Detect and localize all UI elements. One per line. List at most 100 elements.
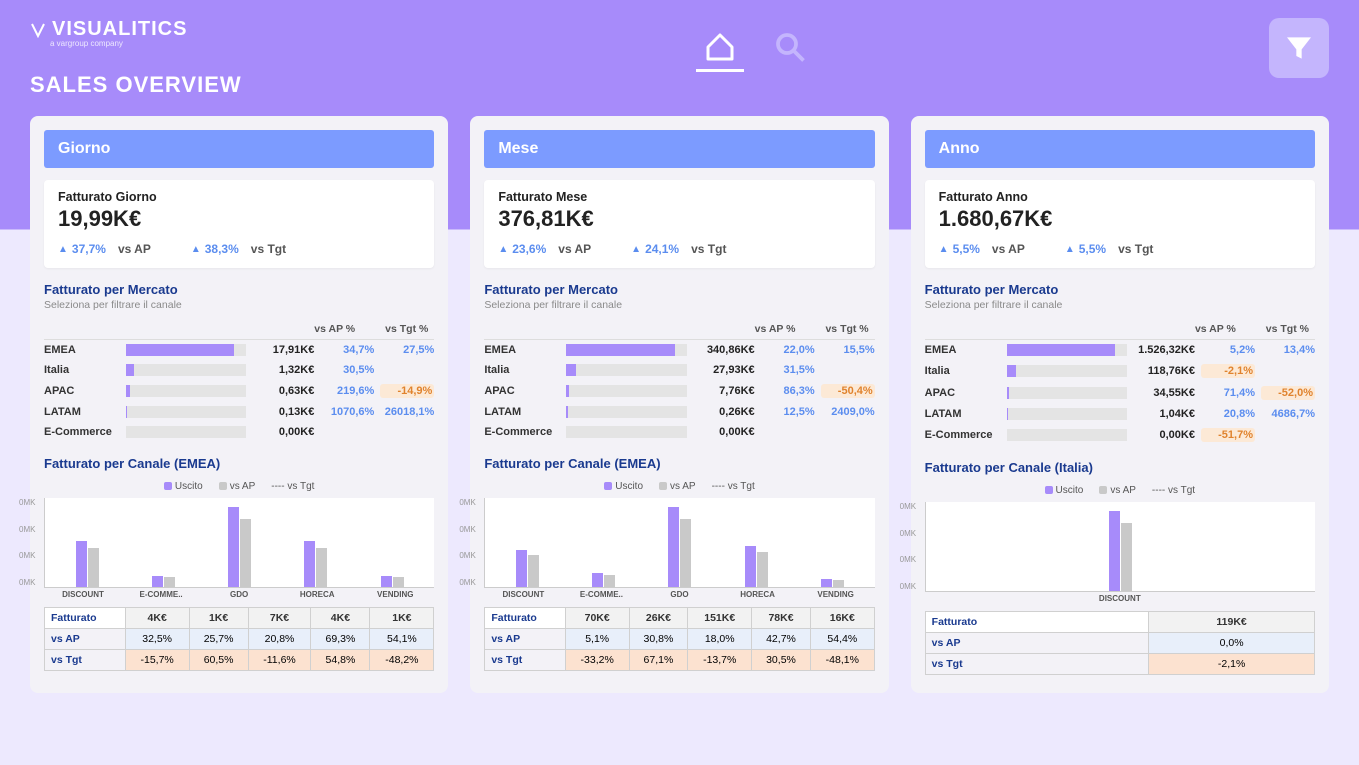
col-vs-ap: vs AP % xyxy=(314,323,355,335)
mercato-bar xyxy=(566,364,686,376)
nav-home-button[interactable] xyxy=(696,24,744,72)
bar-vsap xyxy=(604,575,615,587)
kpi-box: Fatturato Anno 1.680,67K€ ▲5,5%vs AP ▲5,… xyxy=(925,180,1315,268)
mercato-row[interactable]: APAC 7,76K€ 86,3% -50,4% xyxy=(484,380,874,402)
mercato-row[interactable]: E-Commerce 0,00K€ xyxy=(44,422,434,442)
mercato-value: 0,00K€ xyxy=(1133,429,1195,441)
table-value: 25,7% xyxy=(189,629,248,650)
mercato-value: 1,32K€ xyxy=(252,364,314,376)
bar-group[interactable] xyxy=(202,498,278,587)
mercato-bar xyxy=(1007,344,1127,356)
mercato-row[interactable]: Italia 27,93K€ 31,5% xyxy=(484,360,874,380)
mercato-tgt: -14,9% xyxy=(380,384,434,398)
card-giorno: GiornoFatturato Giorno 19,99K€ ▲37,7%vs … xyxy=(30,116,448,693)
mercato-ap: 31,5% xyxy=(761,364,815,376)
bar-group[interactable] xyxy=(718,498,794,587)
mercato-title: Fatturato per Mercato xyxy=(484,282,874,297)
mercato-value: 17,91K€ xyxy=(252,344,314,356)
bar-group[interactable] xyxy=(354,498,430,587)
table-value: -11,6% xyxy=(248,650,311,671)
table-value: 18,0% xyxy=(688,629,752,650)
logo: VISUALITICS xyxy=(30,18,242,41)
mercato-row[interactable]: LATAM 1,04K€ 20,8% 4686,7% xyxy=(925,404,1315,424)
mercato-row[interactable]: EMEA 17,91K€ 34,7% 27,5% xyxy=(44,340,434,360)
canale-table: Fatturato4K€1K€7K€4K€1K€vs AP32,5%25,7%2… xyxy=(44,607,434,671)
nav-search-button[interactable] xyxy=(766,24,814,72)
mercato-row[interactable]: E-Commerce 0,00K€ -51,7% xyxy=(925,424,1315,446)
mercato-value: 0,63K€ xyxy=(252,385,314,397)
table-value: 70K€ xyxy=(565,608,629,629)
mercato-bar xyxy=(1007,429,1127,441)
kpi-vs-tgt: ▲5,5%vs Tgt xyxy=(1065,242,1154,256)
mercato-row[interactable]: APAC 0,63K€ 219,6% -14,9% xyxy=(44,380,434,402)
filter-button[interactable] xyxy=(1269,18,1329,78)
mercato-ap: -2,1% xyxy=(1201,364,1255,378)
canale-chart: 0MK0MK0MK0MK xyxy=(484,498,874,588)
table-value: -2,1% xyxy=(1149,654,1315,675)
nav-icons xyxy=(696,18,814,72)
bar-group[interactable] xyxy=(49,498,125,587)
bar-group[interactable] xyxy=(489,498,565,587)
mercato-value: 1.526,32K€ xyxy=(1133,344,1195,356)
table-value: 26K€ xyxy=(629,608,688,629)
mercato-ap: 219,6% xyxy=(320,385,374,397)
table-head-fatturato: Fatturato xyxy=(485,608,566,629)
mercato-name: Italia xyxy=(44,364,120,376)
col-vs-tgt: vs Tgt % xyxy=(1266,323,1309,335)
search-icon xyxy=(772,29,808,65)
chart-legend: Uscito vs AP ---- vs Tgt xyxy=(484,481,874,492)
mercato-bar xyxy=(126,344,246,356)
table-value: 69,3% xyxy=(311,629,370,650)
bar-group[interactable] xyxy=(642,498,718,587)
bar-group[interactable] xyxy=(566,498,642,587)
card-title: Anno xyxy=(925,130,1315,168)
canale-title: Fatturato per Canale (EMEA) xyxy=(44,456,434,471)
bar-uscito xyxy=(516,550,527,587)
bar-uscito xyxy=(76,541,87,587)
mercato-row[interactable]: APAC 34,55K€ 71,4% -52,0% xyxy=(925,382,1315,404)
mercato-name: LATAM xyxy=(484,406,560,418)
mercato-bar xyxy=(566,426,686,438)
card-title: Mese xyxy=(484,130,874,168)
mercato-ap: 30,5% xyxy=(320,364,374,376)
canale-chart: 0MK0MK0MK0MK xyxy=(44,498,434,588)
bar-group[interactable] xyxy=(125,498,201,587)
mercato-title: Fatturato per Mercato xyxy=(925,282,1315,297)
mercato-tgt: 26018,1% xyxy=(380,406,434,418)
table-value: 16K€ xyxy=(810,608,874,629)
bar-group[interactable] xyxy=(278,498,354,587)
mercato-bar xyxy=(566,385,686,397)
table-head-fatturato: Fatturato xyxy=(45,608,126,629)
kpi-vs-ap: ▲23,6%vs AP xyxy=(498,242,591,256)
bar-group[interactable] xyxy=(930,502,1311,591)
table-value: -48,1% xyxy=(810,650,874,671)
mercato-row[interactable]: EMEA 1.526,32K€ 5,2% 13,4% xyxy=(925,340,1315,360)
mercato-name: APAC xyxy=(484,385,560,397)
mercato-tgt: -52,0% xyxy=(1261,386,1315,400)
mercato-value: 27,93K€ xyxy=(693,364,755,376)
table-value: -15,7% xyxy=(125,650,189,671)
mercato-row[interactable]: EMEA 340,86K€ 22,0% 15,5% xyxy=(484,340,874,360)
kpi-value: 1.680,67K€ xyxy=(939,206,1301,232)
mercato-row[interactable]: Italia 118,76K€ -2,1% xyxy=(925,360,1315,382)
col-vs-tgt: vs Tgt % xyxy=(385,323,428,335)
mercato-name: EMEA xyxy=(925,344,1001,356)
bar-group[interactable] xyxy=(794,498,870,587)
brand-name: VISUALITICS xyxy=(52,18,187,41)
table-row-ap: vs AP xyxy=(925,633,1149,654)
mercato-row[interactable]: Italia 1,32K€ 30,5% xyxy=(44,360,434,380)
mercato-name: APAC xyxy=(925,387,1001,399)
mercato-tgt: 15,5% xyxy=(821,344,875,356)
table-value: 7K€ xyxy=(248,608,311,629)
table-value: 4K€ xyxy=(125,608,189,629)
mercato-row[interactable]: E-Commerce 0,00K€ xyxy=(484,422,874,442)
chart-legend: Uscito vs AP ---- vs Tgt xyxy=(44,481,434,492)
table-value: 42,7% xyxy=(752,629,811,650)
mercato-row[interactable]: LATAM 0,13K€ 1070,6% 26018,1% xyxy=(44,402,434,422)
bar-uscito xyxy=(668,507,679,587)
mercato-row[interactable]: LATAM 0,26K€ 12,5% 2409,0% xyxy=(484,402,874,422)
bar-vsap xyxy=(393,577,404,587)
logo-icon xyxy=(30,22,46,38)
mercato-ap: 86,3% xyxy=(761,385,815,397)
table-value: 119K€ xyxy=(1149,612,1315,633)
